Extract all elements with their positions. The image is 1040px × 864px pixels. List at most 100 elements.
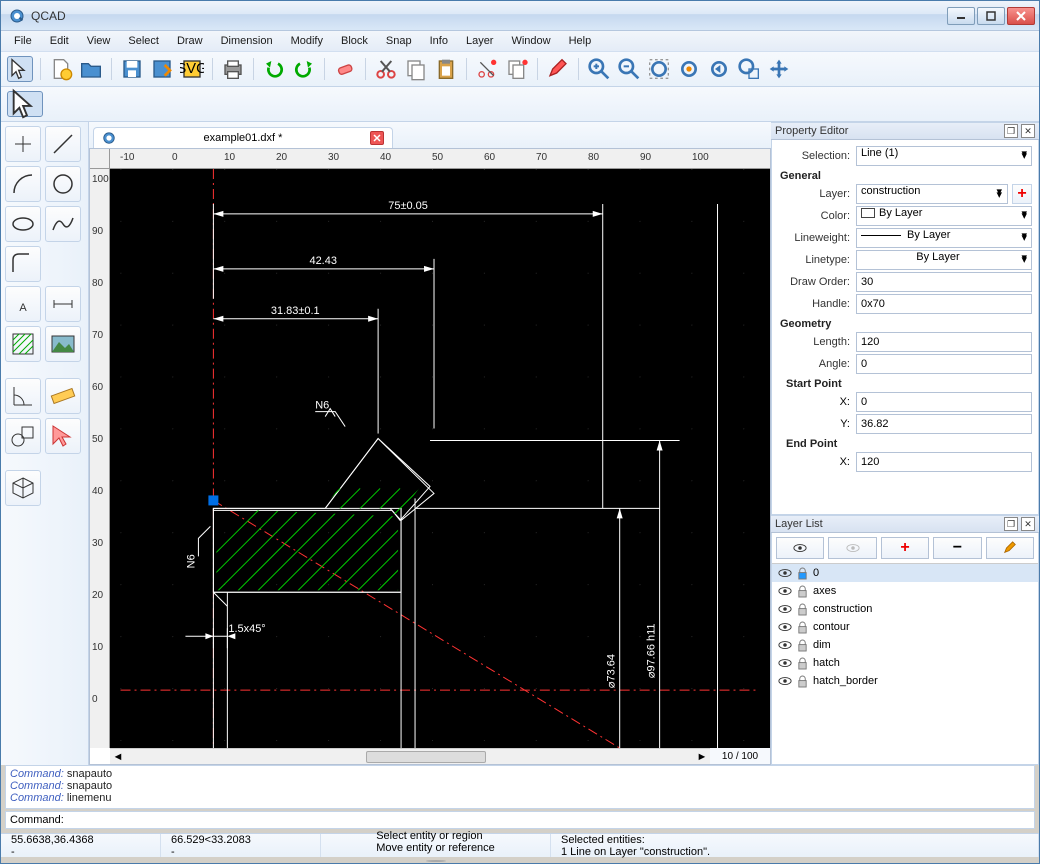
layer-item[interactable]: hatch bbox=[772, 654, 1038, 672]
layer-add-button[interactable]: + bbox=[881, 537, 929, 559]
measure-tool[interactable] bbox=[45, 378, 81, 414]
dimension-tool[interactable] bbox=[45, 286, 81, 322]
panel-close-button[interactable]: ✕ bbox=[1021, 124, 1035, 138]
zoom-previous-button[interactable] bbox=[706, 56, 732, 82]
layer-item[interactable]: contour bbox=[772, 618, 1038, 636]
canvas[interactable]: 75±0.05 42.43 31.83±0.1 N6 bbox=[110, 169, 770, 748]
menu-window[interactable]: Window bbox=[502, 32, 559, 50]
eye-icon bbox=[778, 674, 792, 688]
spline-tool[interactable] bbox=[45, 206, 81, 242]
redo-button[interactable] bbox=[291, 56, 317, 82]
eye-icon bbox=[778, 656, 792, 670]
zoom-in-button[interactable] bbox=[586, 56, 612, 82]
menu-help[interactable]: Help bbox=[560, 32, 601, 50]
layer-item[interactable]: construction bbox=[772, 600, 1038, 618]
block-tool[interactable] bbox=[5, 418, 41, 454]
lineweight-dropdown[interactable]: By Layer▾ bbox=[856, 228, 1032, 248]
menu-file[interactable]: File bbox=[5, 32, 41, 50]
isometric-tool[interactable] bbox=[5, 470, 41, 506]
save-as-button[interactable] bbox=[149, 56, 175, 82]
polyline-tool[interactable] bbox=[5, 246, 41, 282]
erase-button[interactable] bbox=[332, 56, 358, 82]
cut-button[interactable] bbox=[373, 56, 399, 82]
select-tool[interactable] bbox=[7, 91, 43, 117]
layer-panel-undock[interactable]: ❐ bbox=[1004, 517, 1018, 531]
menu-modify[interactable]: Modify bbox=[282, 32, 332, 50]
layer-name: dim bbox=[813, 639, 831, 651]
measure-angle-tool[interactable] bbox=[5, 378, 41, 414]
zoom-selection-button[interactable] bbox=[676, 56, 702, 82]
layer-item[interactable]: axes bbox=[772, 582, 1038, 600]
zoom-extents-button[interactable] bbox=[646, 56, 672, 82]
save-button[interactable] bbox=[119, 56, 145, 82]
start-x-input[interactable] bbox=[856, 392, 1032, 412]
horizontal-scrollbar[interactable]: ◄ ► bbox=[110, 748, 710, 764]
handle-input[interactable] bbox=[856, 294, 1032, 314]
ellipse-tool[interactable] bbox=[5, 206, 41, 242]
layer-remove-button[interactable]: − bbox=[933, 537, 981, 559]
menu-edit[interactable]: Edit bbox=[41, 32, 78, 50]
cut-ref-button[interactable] bbox=[474, 56, 500, 82]
print-button[interactable] bbox=[220, 56, 246, 82]
layer-hidden-all-button[interactable] bbox=[828, 537, 876, 559]
new-button[interactable] bbox=[48, 56, 74, 82]
menu-view[interactable]: View bbox=[78, 32, 120, 50]
draworder-input[interactable] bbox=[856, 272, 1032, 292]
menu-layer[interactable]: Layer bbox=[457, 32, 503, 50]
close-button[interactable] bbox=[1007, 7, 1035, 25]
svg-text:42.43: 42.43 bbox=[309, 255, 336, 267]
panel-undock-button[interactable]: ❐ bbox=[1004, 124, 1018, 138]
second-toolbar bbox=[1, 87, 1039, 122]
arc-tool[interactable] bbox=[5, 166, 41, 202]
copy-ref-button[interactable] bbox=[504, 56, 530, 82]
start-y-input[interactable] bbox=[856, 414, 1032, 434]
eye-icon bbox=[778, 584, 792, 598]
paste-button[interactable] bbox=[433, 56, 459, 82]
export-svg-button[interactable]: SVG bbox=[179, 56, 205, 82]
selection-dropdown[interactable]: Line (1)▾ bbox=[856, 146, 1032, 166]
copy-button[interactable] bbox=[403, 56, 429, 82]
snap-tool[interactable] bbox=[45, 418, 81, 454]
image-tool[interactable] bbox=[45, 326, 81, 362]
layer-item[interactable]: dim bbox=[772, 636, 1038, 654]
edit-button[interactable] bbox=[545, 56, 571, 82]
end-x-input[interactable] bbox=[856, 452, 1032, 472]
command-input[interactable] bbox=[68, 812, 1034, 828]
layer-panel-close[interactable]: ✕ bbox=[1021, 517, 1035, 531]
open-button[interactable] bbox=[78, 56, 104, 82]
pan-button[interactable] bbox=[766, 56, 792, 82]
layer-item[interactable]: 0 bbox=[772, 564, 1038, 582]
document-tab[interactable]: example01.dxf * bbox=[93, 127, 393, 148]
zoom-label: 10 / 100 bbox=[710, 748, 770, 764]
add-layer-button[interactable]: + bbox=[1012, 184, 1032, 204]
scrollbar-thumb[interactable] bbox=[366, 751, 486, 763]
horizontal-ruler: -100102030405060708090100 bbox=[110, 149, 770, 169]
minimize-button[interactable] bbox=[947, 7, 975, 25]
tab-close-button[interactable] bbox=[370, 131, 384, 145]
hatch-tool[interactable] bbox=[5, 326, 41, 362]
point-tool[interactable] bbox=[5, 126, 41, 162]
layer-dropdown[interactable]: construction▾ bbox=[856, 184, 1008, 204]
circle-tool[interactable] bbox=[45, 166, 81, 202]
menu-dimension[interactable]: Dimension bbox=[212, 32, 282, 50]
menu-draw[interactable]: Draw bbox=[168, 32, 212, 50]
zoom-out-button[interactable] bbox=[616, 56, 642, 82]
menu-block[interactable]: Block bbox=[332, 32, 377, 50]
layer-visible-all-button[interactable] bbox=[776, 537, 824, 559]
length-input[interactable] bbox=[856, 332, 1032, 352]
color-dropdown[interactable]: By Layer▾ bbox=[856, 206, 1032, 226]
menu-select[interactable]: Select bbox=[119, 32, 168, 50]
drawing-area[interactable]: -100102030405060708090100 10090807060504… bbox=[89, 148, 771, 765]
line-tool[interactable] bbox=[45, 126, 81, 162]
pointer-tool[interactable] bbox=[7, 56, 33, 82]
zoom-window-button[interactable] bbox=[736, 56, 762, 82]
menu-snap[interactable]: Snap bbox=[377, 32, 421, 50]
maximize-button[interactable] bbox=[977, 7, 1005, 25]
linetype-dropdown[interactable]: By Layer▾ bbox=[856, 250, 1032, 270]
undo-button[interactable] bbox=[261, 56, 287, 82]
layer-item[interactable]: hatch_border bbox=[772, 672, 1038, 690]
menu-info[interactable]: Info bbox=[421, 32, 457, 50]
angle-input[interactable] bbox=[856, 354, 1032, 374]
layer-edit-button[interactable] bbox=[986, 537, 1034, 559]
text-tool[interactable]: A bbox=[5, 286, 41, 322]
